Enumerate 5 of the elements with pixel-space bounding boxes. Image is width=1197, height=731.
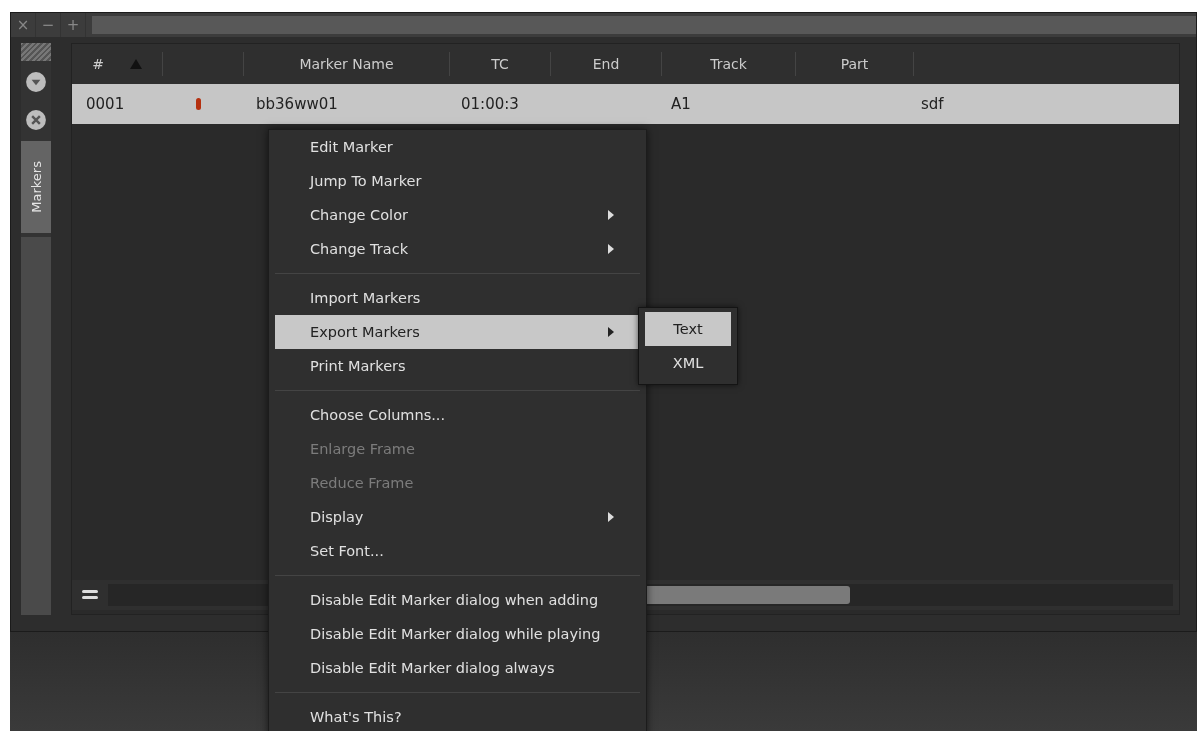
table-cell: bb36ww01 [256, 95, 338, 113]
table-cell: 01:00:3 [461, 95, 519, 113]
table-cell: A1 [671, 95, 691, 113]
table-cell: 0001 [86, 95, 125, 113]
table-cell: sdf [921, 95, 944, 113]
